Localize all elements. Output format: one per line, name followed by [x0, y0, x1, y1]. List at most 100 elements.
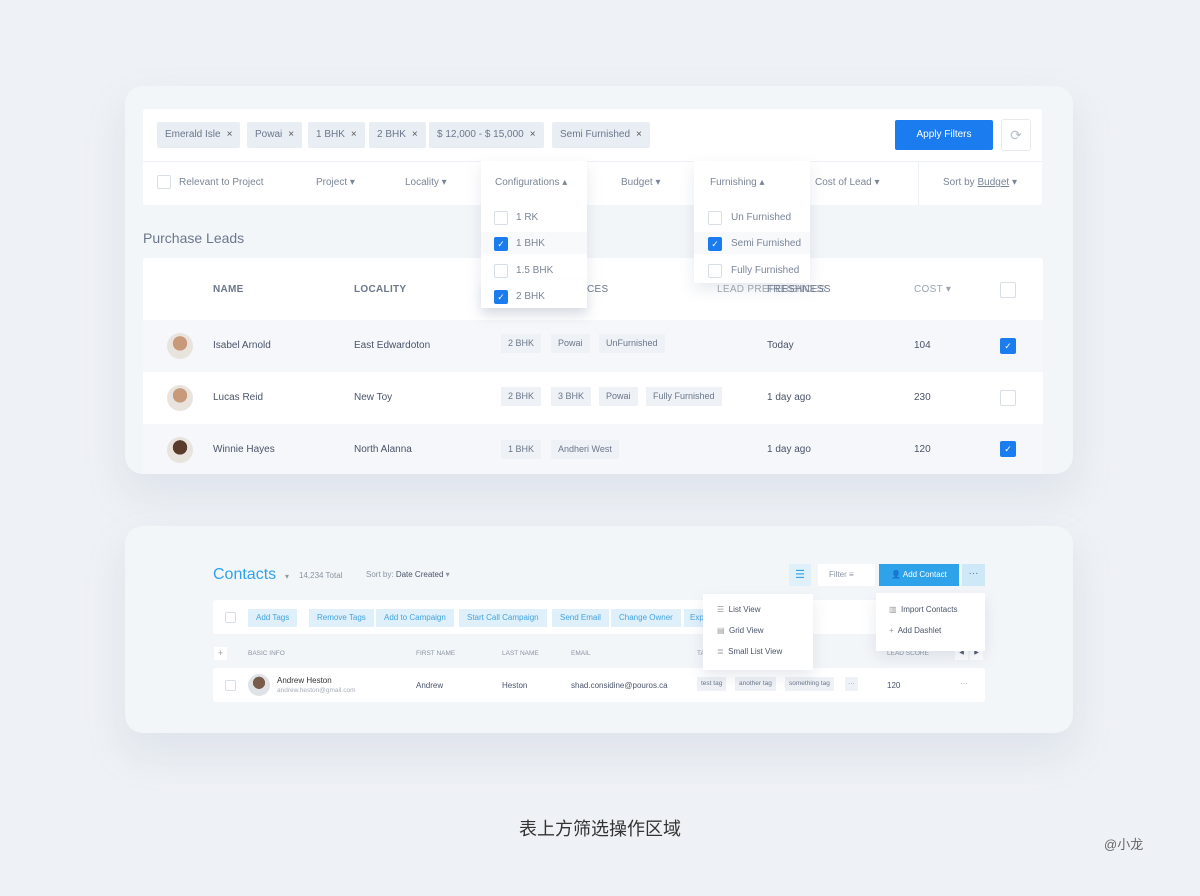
sort-control[interactable]: Sort by: Date Created ▾ [366, 570, 450, 579]
row-checkbox[interactable]: ✓ [1000, 441, 1016, 457]
config-option[interactable]: 1 RK [516, 212, 538, 223]
avatar [248, 674, 270, 696]
avatar [167, 385, 193, 411]
sort-label: Sort by: [366, 570, 394, 579]
table-row[interactable]: Winnie Hayes North Alanna 1 BHK Andheri … [143, 424, 1043, 474]
sort-by-control[interactable]: Sort by Budget ▾ [943, 177, 1017, 188]
chip-label: Emerald Isle [165, 129, 221, 140]
filter-chip[interactable]: Semi Furnished × [552, 122, 650, 148]
column-header: NAME [213, 284, 244, 295]
import-contacts-option[interactable]: ▥ Import Contacts [889, 605, 957, 614]
first-name-cell: Andrew [416, 681, 444, 690]
plus-icon: + [889, 626, 894, 635]
chip-label: Powai [255, 129, 283, 140]
add-dashlet-option[interactable]: + Add Dashlet [889, 626, 941, 635]
furnishing-option-checkbox[interactable] [708, 264, 722, 278]
furnishing-option-checkbox[interactable]: ✓ [708, 237, 722, 251]
list-view-icon[interactable]: ☰ [789, 564, 811, 586]
more-tags-button[interactable]: ··· [845, 677, 858, 691]
name-cell: Isabel Arnold [213, 340, 271, 351]
filter-chip[interactable]: Powai × [247, 122, 303, 148]
cost-of-lead-filter[interactable]: Cost of Lead ▾ [815, 177, 880, 188]
furnishing-option-checkbox[interactable] [708, 211, 722, 225]
config-option-checkbox[interactable] [494, 264, 508, 278]
add-contact-button[interactable]: 👤 Add Contact [879, 564, 959, 586]
locality-cell: North Alanna [354, 444, 412, 455]
table-row[interactable]: Isabel Arnold East Edwardoton 2 BHK Powa… [143, 320, 1043, 372]
refresh-icon[interactable]: ⟳ [1001, 119, 1031, 151]
option-label: Import Contacts [901, 605, 958, 614]
chip-label: 1 BHK [316, 129, 345, 140]
contact-tag: something tag [785, 677, 834, 691]
config-option[interactable]: 1 BHK [516, 238, 545, 249]
furnishing-filter[interactable]: Furnishing ▴ [710, 177, 765, 188]
close-icon[interactable]: × [227, 129, 233, 140]
caret-icon[interactable]: ▾ [285, 572, 289, 581]
row-checkbox[interactable] [1000, 390, 1016, 406]
bulk-action-button[interactable]: Add Tags [248, 609, 298, 627]
add-column-button[interactable]: + [214, 647, 227, 660]
config-option[interactable]: 2 BHK [516, 291, 545, 302]
table-row[interactable]: Lucas Reid New Toy 2 BHK 3 BHK Powai Ful… [143, 372, 1043, 424]
option-label: Small List View [728, 647, 783, 656]
column-header: BASIC INFO [248, 650, 285, 657]
column-header: FIRST NAME [416, 650, 456, 657]
contact-tag: test tag [697, 677, 727, 691]
budget-filter[interactable]: Budget ▾ [621, 177, 661, 188]
close-icon[interactable]: × [351, 129, 357, 140]
bulk-action-button[interactable]: Start Call Campaign [459, 609, 547, 627]
bulk-action-button[interactable]: Change Owner [611, 609, 681, 627]
filter-chip[interactable]: 1 BHK × [308, 122, 365, 148]
select-all-checkbox[interactable] [1000, 282, 1016, 298]
row-checkbox[interactable]: ✓ [1000, 338, 1016, 354]
filter-chip[interactable]: 2 BHK × [369, 122, 426, 148]
config-option-checkbox[interactable]: ✓ [494, 290, 508, 304]
contact-email-sub: andrew.heston@gmail.com [277, 687, 356, 694]
contact-name[interactable]: Andrew Heston [277, 676, 332, 685]
preference-tag: 3 BHK [551, 387, 592, 406]
furnishing-option[interactable]: Semi Furnished [731, 238, 801, 249]
furnishing-option[interactable]: Un Furnished [731, 212, 791, 223]
chip-label: 2 BHK [377, 129, 406, 140]
row-checkbox[interactable] [225, 680, 236, 691]
grid-icon: ▤ [717, 626, 725, 635]
project-filter[interactable]: Project ▾ [316, 177, 355, 188]
config-option[interactable]: 1.5 BHK [516, 265, 553, 276]
bulk-action-button[interactable]: Remove Tags [309, 609, 374, 627]
filter-button[interactable]: Filter ≡ [818, 564, 875, 586]
locality-filter[interactable]: Locality ▾ [405, 177, 447, 188]
close-icon[interactable]: × [288, 129, 294, 140]
bulk-action-button[interactable]: Add to Campaign [376, 609, 454, 627]
configurations-filter[interactable]: Configurations ▴ [495, 177, 567, 188]
freshness-cell: Today [767, 340, 794, 351]
config-option-checkbox[interactable] [494, 211, 508, 225]
filter-chip[interactable]: Emerald Isle × [157, 122, 241, 148]
apply-filters-button[interactable]: Apply Filters [895, 120, 993, 150]
more-menu [876, 593, 985, 651]
list-view-option[interactable]: ☰ List View [717, 605, 761, 614]
contact-tag: another tag [735, 677, 776, 691]
small-list-icon: ≣ [717, 647, 724, 656]
chip-label: $ 12,000 - $ 15,000 [437, 129, 524, 140]
bulk-action-button[interactable]: Exp [684, 609, 704, 627]
total-count: 14,234 Total [299, 571, 343, 580]
grid-view-option[interactable]: ▤ Grid View [717, 626, 764, 635]
filter-chip[interactable]: $ 12,000 - $ 15,000 × [429, 122, 544, 148]
furnishing-option[interactable]: Fully Furnished [731, 265, 799, 276]
close-icon[interactable]: × [636, 129, 642, 140]
close-icon[interactable]: × [412, 129, 418, 140]
close-icon[interactable]: × [530, 129, 536, 140]
column-header: LOCALITY [354, 284, 407, 295]
cost-cell: 120 [914, 444, 931, 455]
bulk-action-button[interactable]: Send Email [552, 609, 609, 627]
select-all-checkbox[interactable] [225, 612, 236, 623]
row-more-button[interactable]: ··· [960, 679, 968, 688]
relevant-checkbox[interactable] [157, 175, 171, 189]
cost-cell: 104 [914, 340, 931, 351]
preference-tag: Powai [551, 334, 590, 353]
cost-column-header[interactable]: COST ▾ [914, 284, 951, 295]
config-option-checkbox[interactable]: ✓ [494, 237, 508, 251]
email-cell: shad.considine@pouros.ca [571, 681, 668, 690]
small-list-view-option[interactable]: ≣ Small List View [717, 647, 782, 656]
more-options-button[interactable]: ··· [962, 564, 985, 586]
